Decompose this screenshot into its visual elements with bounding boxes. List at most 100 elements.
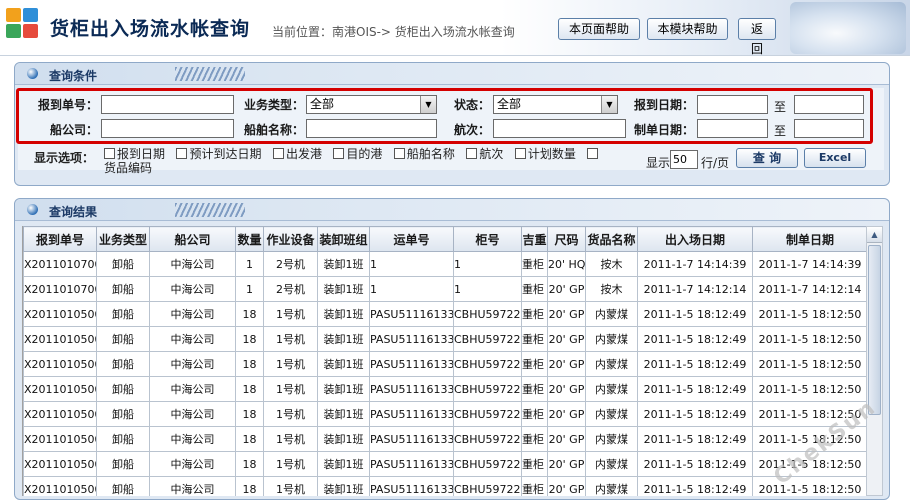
table-row[interactable]: X20110105002卸船中海公司181号机装卸1班PASU511161335…: [23, 476, 866, 496]
column-header[interactable]: 出入场日期: [637, 226, 753, 252]
page-help-button[interactable]: 本页面帮助: [558, 18, 640, 40]
table-cell: 卸船: [96, 376, 150, 402]
column-header[interactable]: 船公司: [149, 226, 236, 252]
scroll-up-icon[interactable]: ▲: [867, 227, 882, 243]
table-row[interactable]: X20110105002卸船中海公司181号机装卸1班PASU511161335…: [23, 376, 866, 402]
handshake-banner-image: [790, 2, 906, 54]
table-cell: 重柜: [521, 476, 548, 496]
table-cell: 卸船: [96, 326, 150, 352]
ship-name-input[interactable]: [306, 119, 437, 138]
option-plan-qty[interactable]: 计划数量: [514, 147, 576, 161]
table-row[interactable]: X20110107004卸船中海公司12号机装卸1班11重柜20' HQ按木20…: [23, 251, 866, 277]
column-header[interactable]: 货品名称: [585, 226, 638, 252]
table-cell: CBHU5972217: [453, 301, 522, 327]
option-report-date[interactable]: 报到日期: [104, 147, 165, 161]
option-label: 航次: [479, 147, 504, 161]
column-header[interactable]: 数量: [235, 226, 264, 252]
table-row[interactable]: X20110107003卸船中海公司12号机装卸1班11重柜20' GP按木20…: [23, 276, 866, 302]
table-cell: 重柜: [521, 401, 548, 427]
column-header[interactable]: 尺码: [547, 226, 586, 252]
table-cell: X20110105002: [23, 351, 97, 377]
table-cell: 20' GP: [547, 351, 586, 377]
table-cell: 卸船: [96, 451, 150, 477]
table-cell: 18: [235, 451, 264, 477]
table-cell: 18: [235, 426, 264, 452]
excel-button[interactable]: Excel: [804, 148, 866, 168]
table-cell: 按木: [585, 251, 638, 277]
table-row[interactable]: X20110105002卸船中海公司181号机装卸1班PASU511161335…: [23, 326, 866, 352]
table-cell: 2号机: [263, 276, 318, 302]
table-cell: 卸船: [96, 426, 150, 452]
table-cell: 卸船: [96, 351, 150, 377]
table-cell: 18: [235, 376, 264, 402]
table-cell: 中海公司: [149, 476, 236, 496]
table-row[interactable]: X20110105002卸船中海公司181号机装卸1班PASU511161335…: [23, 451, 866, 477]
table-cell: 1: [235, 251, 264, 277]
table-cell: PASU5111613353: [369, 476, 454, 496]
report-no-input[interactable]: [101, 95, 234, 114]
report-date-from-input[interactable]: [697, 95, 768, 114]
option-departure-port[interactable]: 出发港: [272, 147, 322, 161]
status-value: 全部: [497, 97, 522, 111]
table-cell: 中海公司: [149, 276, 236, 302]
table-row[interactable]: X20110105002卸船中海公司181号机装卸1班PASU511161335…: [23, 401, 866, 427]
scroll-thumb[interactable]: [868, 245, 881, 415]
table-cell: X20110105002: [23, 326, 97, 352]
status-select[interactable]: 全部 ▼: [493, 95, 618, 114]
table-row[interactable]: X20110105002卸船中海公司181号机装卸1班PASU511161335…: [23, 301, 866, 327]
report-date-to-input[interactable]: [794, 95, 864, 114]
table-cell: PASU5111613353: [369, 426, 454, 452]
column-header[interactable]: 运单号: [369, 226, 454, 252]
column-header[interactable]: 吉重: [521, 226, 548, 252]
checkbox[interactable]: [272, 148, 284, 159]
checkbox[interactable]: [514, 148, 526, 159]
query-button[interactable]: 查 询: [736, 148, 798, 168]
column-header[interactable]: 装卸班组: [317, 226, 370, 252]
table-cell: 2011-1-5 18:12:49: [637, 351, 753, 377]
checkbox[interactable]: [466, 148, 478, 159]
voyage-input[interactable]: [493, 119, 626, 138]
column-header[interactable]: 柜号: [453, 226, 522, 252]
option-eta[interactable]: 预计到达日期: [176, 147, 261, 161]
column-header[interactable]: 业务类型: [96, 226, 150, 252]
checkbox[interactable]: [176, 148, 188, 159]
table-cell: 18: [235, 476, 264, 496]
make-date-to-input[interactable]: [794, 119, 864, 138]
table-cell: 20' HQ: [547, 251, 586, 277]
module-help-button[interactable]: 本模块帮助: [647, 18, 728, 40]
make-date-from-input[interactable]: [697, 119, 768, 138]
vertical-scrollbar[interactable]: ▲: [866, 226, 883, 496]
table-cell: PASU5111613353: [369, 376, 454, 402]
checkbox[interactable]: [393, 148, 405, 159]
back-button[interactable]: 返回: [738, 18, 776, 56]
table-cell: 装卸1班: [317, 426, 370, 452]
table-cell: 2011-1-7 14:14:39: [752, 251, 866, 277]
table-row[interactable]: X20110105002卸船中海公司181号机装卸1班PASU511161335…: [23, 351, 866, 377]
column-header[interactable]: 作业设备: [263, 226, 318, 252]
table-cell: 1号机: [263, 476, 318, 496]
checkbox[interactable]: [104, 148, 115, 159]
ship-company-input[interactable]: [101, 119, 234, 138]
display-options-label: 显示选项：: [34, 151, 95, 165]
option-destination-port[interactable]: 目的港: [333, 147, 382, 161]
option-ship-name[interactable]: 船舶名称: [393, 147, 455, 161]
chevron-down-icon[interactable]: ▼: [420, 96, 436, 113]
page-size-input[interactable]: [670, 150, 698, 169]
table-cell: 2011-1-7 14:12:14: [752, 276, 866, 302]
column-header[interactable]: 制单日期: [752, 226, 866, 252]
table-row[interactable]: X20110105002卸船中海公司181号机装卸1班PASU511161335…: [23, 426, 866, 452]
column-header[interactable]: 报到单号: [23, 226, 97, 252]
checkbox[interactable]: [333, 148, 345, 159]
query-panel-title: 查询条件: [49, 69, 98, 83]
table-cell: 18: [235, 351, 264, 377]
table-cell: 20' GP: [547, 376, 586, 402]
checkbox[interactable]: [587, 148, 599, 159]
biz-type-select[interactable]: 全部 ▼: [306, 95, 437, 114]
table-cell: 1号机: [263, 451, 318, 477]
table-cell: 装卸1班: [317, 326, 370, 352]
table-cell: 20' GP: [547, 301, 586, 327]
option-voyage[interactable]: 航次: [466, 147, 503, 161]
chevron-down-icon[interactable]: ▼: [601, 96, 617, 113]
ship-name-label: 船舶名称：: [243, 123, 304, 137]
table-cell: PASU5111613353: [369, 451, 454, 477]
